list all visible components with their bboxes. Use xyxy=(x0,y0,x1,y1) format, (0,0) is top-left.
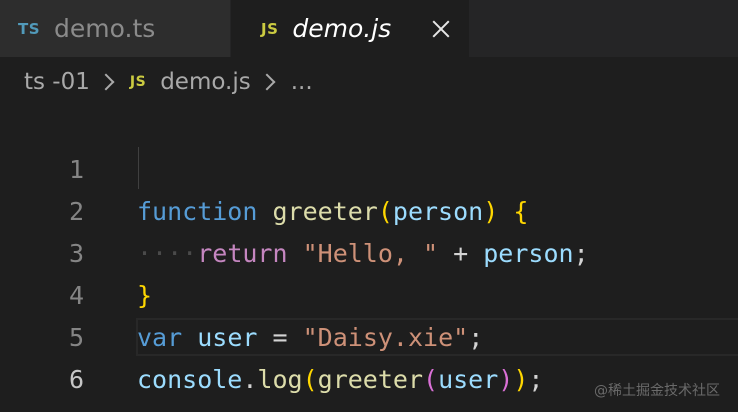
tab-bar: TS demo.ts JS demo.js xyxy=(0,0,738,57)
tab-demo-js[interactable]: JS demo.js xyxy=(231,0,469,57)
code-line[interactable]: 3 } xyxy=(0,191,738,310)
function-name-token: greeter xyxy=(317,365,423,394)
typescript-file-icon: TS xyxy=(18,19,41,38)
tab-label: demo.js xyxy=(292,14,392,43)
paren-token: ( xyxy=(302,365,318,394)
breadcrumb-file[interactable]: demo.js xyxy=(160,69,251,95)
javascript-file-icon: JS xyxy=(129,74,147,90)
function-name-token: log xyxy=(257,365,303,394)
paren-token: ) xyxy=(498,365,514,394)
tab-label: demo.ts xyxy=(54,14,156,43)
line-number: 6 xyxy=(68,365,84,394)
code-line[interactable]: 6 xyxy=(0,317,738,394)
paren-token: ( xyxy=(423,365,439,394)
code-line[interactable]: 1 function greeter(person) { xyxy=(0,107,738,226)
variable-token: user xyxy=(438,365,499,394)
breadcrumb-folder[interactable]: ts -01 xyxy=(24,69,90,95)
breadcrumb: ts -01 JS demo.js ... xyxy=(0,57,738,107)
watermark: @稀土掘金技术社区 xyxy=(594,383,720,399)
chevron-right-icon xyxy=(97,73,115,91)
tab-demo-ts[interactable]: TS demo.ts xyxy=(0,0,231,57)
code-line[interactable]: 5 console.log(greeter(user)); xyxy=(0,275,738,394)
close-icon[interactable] xyxy=(431,19,451,39)
breadcrumb-more[interactable]: ... xyxy=(291,69,313,95)
javascript-file-icon: JS xyxy=(261,19,279,38)
line-code: console.log(greeter(user)); xyxy=(137,359,543,401)
semicolon-token: ; xyxy=(528,365,544,394)
code-line[interactable]: 4 var user = "Daisy.xie"; xyxy=(0,233,738,352)
dot-token: . xyxy=(242,365,258,394)
chevron-right-icon xyxy=(258,73,276,91)
variable-token: console xyxy=(137,365,243,394)
paren-token: ) xyxy=(513,365,529,394)
code-line[interactable]: 2 ····return "Hello, " + person; xyxy=(0,149,738,268)
code-editor[interactable]: 1 function greeter(person) { 2 ····retur… xyxy=(0,107,738,412)
